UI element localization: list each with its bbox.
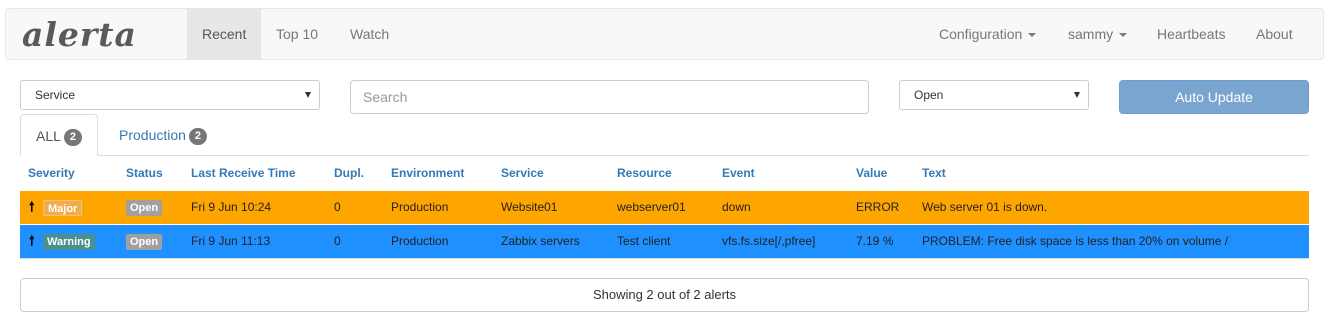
table-row[interactable]: 🠕 Warning Open Fri 9 Jun 11:13 0 Product… xyxy=(20,225,1309,258)
tab-production[interactable]: Production 2 xyxy=(104,114,222,156)
column-header-dupl[interactable]: Dupl. xyxy=(334,166,364,180)
cell-event: down xyxy=(722,200,751,214)
cell-service: Zabbix servers xyxy=(501,234,580,248)
status-badge: Open xyxy=(126,200,163,216)
cell-resource: Test client xyxy=(617,234,671,248)
column-header-event[interactable]: Event xyxy=(722,166,755,180)
alerts-summary-text: Showing 2 out of 2 alerts xyxy=(592,287,737,302)
column-header-value[interactable]: Value xyxy=(856,166,887,180)
status-selected: Open xyxy=(914,88,944,102)
severity-badge: Warning xyxy=(43,234,95,250)
navbar: alerta Recent Top 10 Watch Configuration… xyxy=(5,8,1324,60)
nav-heartbeats[interactable]: Heartbeats xyxy=(1142,9,1240,59)
group-by-select[interactable]: Service xyxy=(20,80,320,110)
nav-about[interactable]: About xyxy=(1241,9,1308,59)
cell-environment: Production xyxy=(391,200,449,214)
cell-event: vfs.fs.size[/,pfree] xyxy=(722,234,816,248)
table-row[interactable]: 🠕 Major Open Fri 9 Jun 10:24 0 Productio… xyxy=(20,191,1309,224)
tab-production-label: Production xyxy=(119,127,186,143)
cell-environment: Production xyxy=(391,234,449,248)
nav-watch[interactable]: Watch xyxy=(335,9,404,59)
cell-last-receive-time: Fri 9 Jun 10:24 xyxy=(191,200,272,214)
caret-down-icon xyxy=(1028,33,1037,38)
cell-value: ERROR xyxy=(856,200,900,214)
alerts-summary-bar: Showing 2 out of 2 alerts xyxy=(20,278,1309,312)
arrow-up-icon: 🠕 xyxy=(29,233,35,248)
column-header-severity[interactable]: Severity xyxy=(28,166,75,180)
cell-service: Website01 xyxy=(501,200,558,214)
status-badge: Open xyxy=(126,234,163,250)
nav-user-label: sammy xyxy=(1068,26,1114,42)
select-arrow-icon xyxy=(1074,92,1080,98)
nav-configuration-dropdown[interactable]: Configuration xyxy=(924,9,1051,59)
arrow-up-icon: 🠕 xyxy=(29,199,35,214)
table-bottom-divider xyxy=(20,258,1309,259)
caret-down-icon xyxy=(1119,33,1128,38)
nav-configuration-label: Configuration xyxy=(939,26,1023,42)
brand-logo[interactable]: alerta xyxy=(22,15,137,54)
nav-recent[interactable]: Recent xyxy=(187,9,262,59)
column-header-last-receive-time[interactable]: Last Receive Time xyxy=(191,166,296,180)
tab-all-count-badge: 2 xyxy=(63,129,82,146)
column-header-environment[interactable]: Environment xyxy=(391,166,464,180)
tab-all[interactable]: ALL 2 xyxy=(20,114,98,156)
column-header-status[interactable]: Status xyxy=(126,166,163,180)
nav-user-dropdown[interactable]: sammy xyxy=(1053,9,1142,59)
column-header-text[interactable]: Text xyxy=(922,166,946,180)
group-by-selected: Service xyxy=(35,88,76,102)
cell-value: 7.19 % xyxy=(856,234,894,248)
nav-top10[interactable]: Top 10 xyxy=(261,9,333,59)
cell-text: PROBLEM: Free disk space is less than 20… xyxy=(922,234,1229,248)
select-arrow-icon xyxy=(305,92,311,98)
cell-text: Web server 01 is down. xyxy=(922,200,1048,214)
cell-dupl: 0 xyxy=(334,200,341,214)
column-header-resource[interactable]: Resource xyxy=(617,166,672,180)
severity-badge: Major xyxy=(43,200,83,216)
tab-all-label: ALL xyxy=(36,128,61,144)
cell-resource: webserver01 xyxy=(617,200,686,214)
cell-dupl: 0 xyxy=(334,234,341,248)
column-header-service[interactable]: Service xyxy=(501,166,544,180)
auto-update-button[interactable]: Auto Update xyxy=(1119,80,1309,114)
status-select[interactable]: Open xyxy=(899,80,1089,110)
search-input[interactable] xyxy=(350,80,869,114)
cell-last-receive-time: Fri 9 Jun 11:13 xyxy=(191,234,271,248)
tab-production-count-badge: 2 xyxy=(188,128,207,145)
